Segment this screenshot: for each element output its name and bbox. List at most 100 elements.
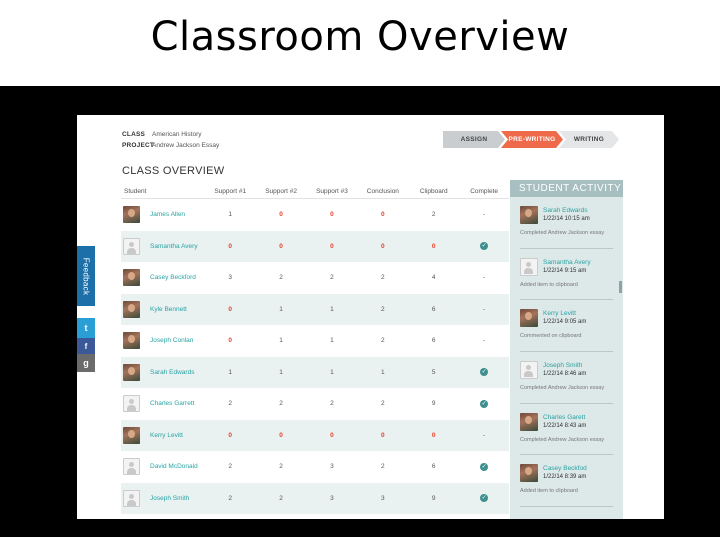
- student-name-link[interactable]: David McDonald: [150, 463, 198, 470]
- student-cell[interactable]: David McDonald: [121, 458, 205, 476]
- complete-cell: ✓: [459, 494, 509, 503]
- student-name-link[interactable]: Charles Garrett: [150, 400, 194, 407]
- table-row[interactable]: David McDonald 2 2 3 2 6 ✓: [121, 451, 509, 483]
- avatar: [123, 332, 140, 350]
- activity-timestamp: 1/22/14 8:39 am: [543, 474, 587, 481]
- score-s1: 2: [228, 494, 233, 502]
- score-s3: 3: [330, 463, 334, 471]
- activity-item[interactable]: Samantha Avery 1/22/14 9:15 am Added ite…: [520, 249, 613, 301]
- activity-item-top: Joseph Smith 1/22/14 8:46 am: [520, 361, 613, 380]
- table-row[interactable]: Charles Garrett 2 2 2 2 9 ✓: [121, 388, 509, 420]
- activity-item[interactable]: Joseph Smith 1/22/14 8:46 am Completed A…: [520, 352, 613, 404]
- activity-student-link[interactable]: Charles Garett: [543, 413, 586, 422]
- avatar: [520, 257, 538, 276]
- score-conclusion: 2: [381, 274, 385, 282]
- complete-cell: ✓: [459, 368, 509, 377]
- feedback-label: Feedback: [81, 257, 91, 295]
- avatar: [123, 363, 140, 381]
- student-name-link[interactable]: Joseph Conlan: [150, 337, 193, 344]
- activity-timestamp: 1/22/14 9:15 am: [543, 267, 587, 274]
- table-row[interactable]: Samantha Avery 0 0 0 0 0 ✓: [121, 230, 509, 262]
- class-overview-title: CLASS OVERVIEW: [122, 165, 225, 177]
- table-row[interactable]: Kerry Levitt 0 0 0 0 0 -: [121, 419, 509, 451]
- table-row[interactable]: Joseph Smith 2 2 3 3 9 ✓: [121, 482, 509, 514]
- score-s3: 0: [330, 431, 334, 439]
- table-row[interactable]: Sarah Edwards 1 1 1 1 5 ✓: [121, 356, 509, 388]
- activity-message: Completed Andrew Jackson essay: [520, 436, 605, 443]
- column-header-student[interactable]: Student: [121, 188, 205, 195]
- activity-item[interactable]: Kerry Levitt 1/22/14 9:05 am Commented o…: [520, 300, 613, 353]
- score-s3: 2: [330, 400, 334, 408]
- table-row[interactable]: James Allen 1 0 0 0 2 -: [121, 199, 509, 231]
- student-name-link[interactable]: Joseph Smith: [150, 495, 189, 502]
- student-cell[interactable]: Kerry Levitt: [121, 426, 205, 444]
- score-s1: 0: [228, 305, 233, 313]
- student-cell[interactable]: Joseph Conlan: [121, 332, 205, 350]
- column-header-clipboard[interactable]: Clipboard: [408, 188, 459, 195]
- student-name-link[interactable]: Casey Beckford: [150, 274, 196, 281]
- column-header-support-3[interactable]: Support #3: [307, 188, 358, 195]
- student-name-link[interactable]: Kerry Levitt: [150, 432, 183, 439]
- activity-list: Sarah Edwards 1/22/14 10:15 am Completed…: [510, 197, 623, 508]
- student-name-link[interactable]: Kyle Bennett: [150, 306, 187, 313]
- student-name-link[interactable]: Sarah Edwards: [150, 369, 194, 376]
- score-s3: 0: [330, 242, 334, 250]
- step-writing[interactable]: WRITING: [559, 131, 619, 148]
- student-cell[interactable]: Samantha Avery: [121, 237, 205, 255]
- twitter-icon[interactable]: t: [77, 318, 95, 338]
- feedback-tab[interactable]: Feedback: [77, 246, 95, 306]
- score-clipboard: 6: [431, 337, 436, 345]
- avatar: [520, 309, 538, 328]
- checkmark-icon: ✓: [480, 368, 489, 377]
- activity-item-top: Charles Garett 1/22/14 8:43 am: [520, 412, 613, 431]
- activity-student-link[interactable]: Joseph Smith: [543, 361, 586, 370]
- avatar: [123, 206, 140, 224]
- student-activity-panel: STUDENT ACTIVITY Sarah Edwards 1/22/14 1…: [510, 180, 623, 519]
- activity-student-link[interactable]: Samantha Avery: [543, 258, 591, 267]
- table-row[interactable]: Casey Beckford 3 2 2 2 4 -: [121, 262, 509, 294]
- step-assign[interactable]: ASSIGN: [443, 131, 505, 148]
- activity-item[interactable]: Casey Beckfod 1/22/14 8:39 am Added item…: [520, 455, 613, 508]
- activity-student-link[interactable]: Casey Beckfod: [543, 464, 587, 473]
- column-header-conclusion[interactable]: Conclusion: [357, 188, 408, 195]
- score-s2: 0: [279, 431, 283, 439]
- facebook-icon[interactable]: f: [77, 338, 95, 354]
- activity-item[interactable]: Charles Garett 1/22/14 8:43 am Completed…: [520, 404, 613, 456]
- activity-item[interactable]: Sarah Edwards 1/22/14 10:15 am Completed…: [520, 197, 613, 249]
- checkmark-icon: ✓: [480, 462, 489, 471]
- student-cell[interactable]: James Allen: [121, 206, 205, 224]
- score-s2: 2: [279, 274, 283, 282]
- score-s1: 1: [228, 211, 233, 219]
- activity-item-top: Casey Beckfod 1/22/14 8:39 am: [520, 464, 613, 483]
- complete-cell: -: [483, 431, 486, 439]
- score-s1: 0: [228, 242, 233, 250]
- student-name-link[interactable]: Samantha Avery: [150, 243, 198, 250]
- score-s3: 1: [330, 305, 334, 313]
- complete-cell: ✓: [459, 242, 509, 251]
- slide-title: Classroom Overview: [150, 14, 570, 60]
- social-share-bar: t f g: [77, 318, 95, 372]
- column-header-complete[interactable]: Complete: [459, 188, 509, 195]
- table-row[interactable]: Kyle Bennett 0 1 1 2 6 -: [121, 293, 509, 325]
- student-cell[interactable]: Joseph Smith: [121, 489, 205, 507]
- google-plus-icon[interactable]: g: [77, 354, 95, 372]
- score-conclusion: 0: [381, 211, 385, 219]
- score-clipboard: 5: [431, 368, 436, 376]
- student-cell[interactable]: Casey Beckford: [121, 269, 205, 287]
- score-clipboard: 2: [431, 211, 436, 219]
- student-cell[interactable]: Sarah Edwards: [121, 363, 205, 381]
- avatar: [520, 464, 538, 483]
- avatar: [520, 361, 538, 380]
- table-row[interactable]: Joseph Conlan 0 1 1 2 6 -: [121, 325, 509, 357]
- column-header-support-1[interactable]: Support #1: [205, 188, 256, 195]
- score-conclusion: 0: [381, 242, 385, 250]
- student-name-link[interactable]: James Allen: [150, 211, 185, 218]
- student-cell[interactable]: Charles Garrett: [121, 395, 205, 413]
- column-header-support-2[interactable]: Support #2: [256, 188, 307, 195]
- activity-scrollbar[interactable]: [619, 281, 622, 293]
- activity-student-link[interactable]: Sarah Edwards: [543, 206, 590, 215]
- student-cell[interactable]: Kyle Bennett: [121, 300, 205, 318]
- step-pre-writing[interactable]: PRE-WRITING: [501, 131, 563, 148]
- activity-meta: Casey Beckfod 1/22/14 8:39 am: [543, 464, 587, 482]
- activity-student-link[interactable]: Kerry Levitt: [543, 309, 586, 318]
